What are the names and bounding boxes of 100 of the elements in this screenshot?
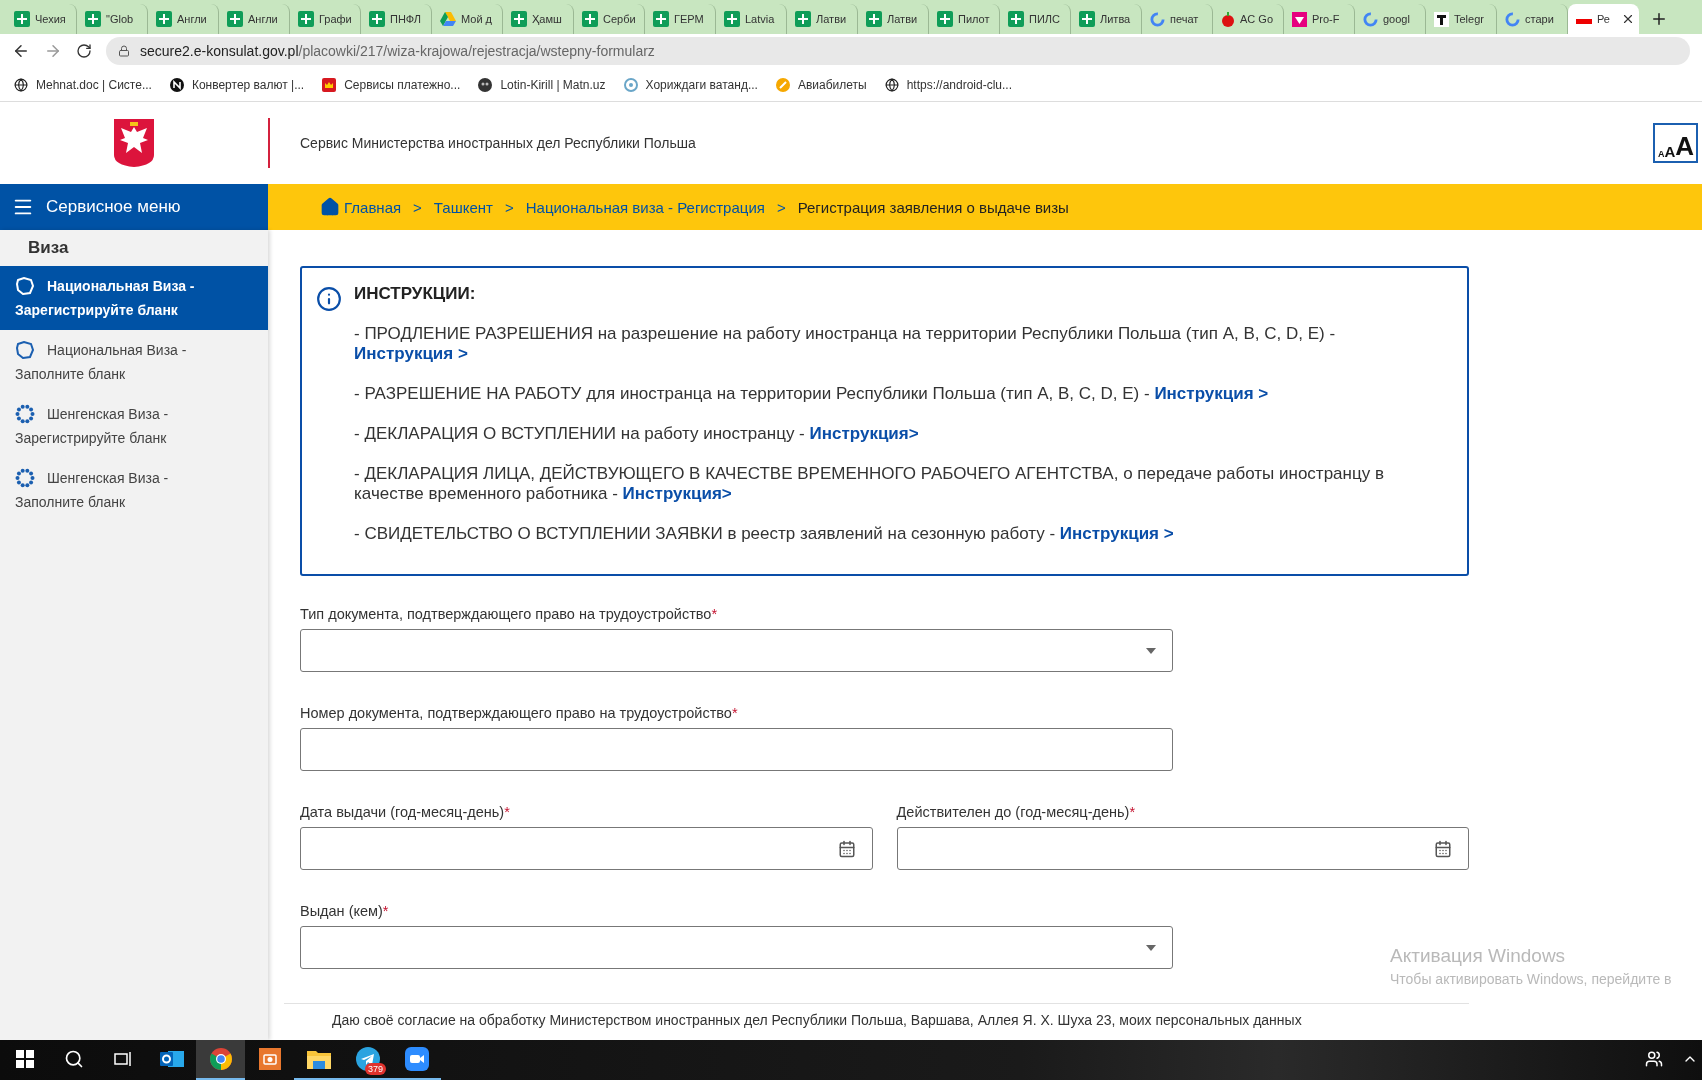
breadcrumb-separator: > — [413, 198, 422, 216]
folder-icon — [306, 1049, 331, 1069]
instruction-text: - РАЗРЕШЕНИЕ НА РАБОТУ для иностранца на территории Республики Польша (тип A, B, C, D, E) - Инструкция > — [354, 384, 1270, 404]
browser-tab[interactable]: Ре — [1568, 4, 1639, 34]
consent-text: Даю своё согласие на обработку Министерством иностранных дел Республики Польша, Варшава, Аллея Я. Х. Шуха 23, моих персональных данных — [332, 1012, 1303, 1028]
breadcrumb-link[interactable]: Главная — [344, 198, 402, 216]
star-ring-icon — [15, 404, 35, 424]
g-logo-icon — [1150, 11, 1165, 27]
browser-icon — [208, 1047, 233, 1071]
menu-item[interactable]: Шенгенская Виза - Зарегистрируйте бланк — [0, 394, 268, 458]
plus-icon — [1650, 10, 1668, 28]
spreadsheet-icon — [937, 11, 953, 27]
field-label: Выдан (кем)* — [300, 903, 390, 919]
spreadsheet-icon — [227, 11, 243, 27]
unread-badge: 379 — [364, 1063, 386, 1075]
address-bar[interactable]: secure2.e-konsulat.gov.pl/placowki/217/wiza-krajowa/rejestracja/wstepny-formularz — [106, 37, 1690, 65]
bookmark[interactable]: Lotin-Kirill | Matn.uz — [478, 77, 606, 92]
spreadsheet-icon — [156, 11, 172, 27]
camera-icon — [258, 1048, 281, 1070]
spreadsheet-icon — [724, 11, 740, 27]
video-camera-icon — [404, 1047, 429, 1071]
breadcrumb-separator: > — [504, 198, 514, 216]
bookmark[interactable]: Авиабилеты — [775, 77, 867, 92]
bookmark[interactable]: Хориждаги ватанд... — [623, 77, 758, 92]
menu-item[interactable]: Национальная Виза - Зарегистрируйте бланк — [0, 266, 268, 330]
spreadsheet-icon — [1008, 11, 1024, 27]
info-icon — [316, 286, 342, 312]
spreadsheet-icon — [85, 11, 101, 27]
dropdown-caret-icon — [1146, 647, 1156, 654]
task-view-icon — [112, 1050, 133, 1068]
instruction-text: - ДЕКЛАРАЦИЯ ЛИЦА, ДЕЙСТВУЮЩЕГО В КАЧЕСТВЕ ВРЕМЕННОГО РАБОЧЕГО АГЕНТСТВА, о передаче работы иностранцу в качестве временного работника - Инструкция> — [354, 464, 1385, 504]
lock-icon — [118, 45, 130, 57]
instruction-link[interactable]: Инструкция > — [354, 344, 468, 363]
bookmark[interactable]: https://android-clu... — [884, 77, 1012, 92]
field-label: Тип документа, подтверждающего право на трудоустройство* — [300, 606, 719, 622]
globe-icon — [14, 77, 28, 92]
breadcrumb-link[interactable]: Национальная виза - Регистрация — [525, 198, 765, 216]
spreadsheet-icon — [511, 11, 527, 27]
breadcrumb-link[interactable]: Ташкент — [433, 198, 493, 216]
breadcrumb-separator: > — [776, 198, 786, 216]
menu-item[interactable]: Национальная Виза - Заполните бланк — [0, 330, 268, 394]
site-title: Сервис Министерства иностранных дел Республики Польша — [300, 135, 697, 151]
bookmark[interactable]: Сервисы платежно... — [322, 77, 461, 92]
globe-icon — [884, 77, 899, 92]
apple-icon — [1221, 11, 1235, 27]
crown-icon — [322, 77, 337, 92]
star-ring-icon — [15, 468, 35, 488]
reload-icon[interactable] — [76, 43, 92, 59]
map-outline-icon — [15, 277, 35, 295]
instruction-link[interactable]: Инструкция > — [1154, 384, 1269, 403]
text-size-button[interactable]: AAA — [1652, 123, 1698, 163]
close-icon[interactable] — [1621, 12, 1635, 26]
dropdown-caret-icon — [1146, 944, 1156, 951]
service-menu-header[interactable]: Сервисное меню — [0, 184, 268, 230]
instruction-text: - ПРОДЛЕНИЕ РАЗРЕШЕНИЯ на разрешение на работу иностранца на территории Республики Польша (тип A, B, C, D, E) - Инструкция > — [354, 324, 1337, 364]
spreadsheet-icon — [795, 11, 811, 27]
spreadsheet-icon — [582, 11, 598, 27]
back-icon[interactable] — [12, 42, 30, 60]
activation-notice: Активация Windows Чтобы активировать Windows, перейдите в — [1390, 945, 1673, 987]
instruction-link[interactable]: Инструкция> — [622, 484, 732, 503]
people-icon — [1644, 1050, 1663, 1068]
field-label: Действителен до (год-месяц-день)* — [896, 804, 1137, 820]
home-icon[interactable] — [320, 197, 340, 217]
letter-tile-icon — [1434, 11, 1449, 27]
mail-app-icon — [159, 1048, 184, 1070]
bookmark[interactable]: Mehnat.doc | Систе... — [14, 77, 152, 92]
emblem-icon — [623, 77, 638, 92]
forward-icon[interactable] — [44, 42, 62, 60]
instruction-link[interactable]: Инструкция > — [1059, 524, 1174, 543]
logo-icon — [169, 77, 184, 92]
field-label: Дата выдачи (год-месяц-день)* — [300, 804, 511, 820]
date-field[interactable] — [896, 827, 1469, 870]
g-logo-icon — [1363, 11, 1378, 27]
instructions-title: ИНСТРУКЦИИ: — [354, 284, 477, 304]
calendar-icon[interactable] — [1434, 839, 1452, 858]
spreadsheet-icon — [369, 11, 385, 27]
taskbar-app[interactable] — [196, 1040, 245, 1080]
g-logo-icon — [1505, 11, 1520, 27]
field-label: Номер документа, подтверждающего право на трудоустройство* — [300, 705, 739, 721]
taskbar-app[interactable]: 379 — [343, 1040, 392, 1080]
spreadsheet-icon — [298, 11, 314, 27]
date-field[interactable] — [300, 827, 873, 870]
windows-logo-icon — [15, 1050, 34, 1068]
spreadsheet-icon — [866, 11, 882, 27]
menu-item[interactable]: Шенгенская Виза - Заполните бланк — [0, 458, 268, 522]
instruction-text: - ДЕКЛАРАЦИЯ О ВСТУПЛЕНИИ на работу иностранцу - Инструкция> — [354, 424, 920, 444]
select-field[interactable] — [300, 629, 1173, 672]
input-field[interactable] — [300, 728, 1173, 771]
instruction-text: - СВИДЕТЕЛЬСТВО О ВСТУПЛЕНИИ ЗАЯВКИ в реестр заявлений на сезонную работу - Инструкция > — [354, 524, 1175, 544]
map-outline-icon — [15, 341, 35, 359]
spreadsheet-icon — [653, 11, 669, 27]
instruction-link[interactable]: Инструкция> — [809, 424, 919, 443]
bookmark[interactable]: Конвертер валют |... — [169, 77, 305, 92]
menu-section-title: Виза — [27, 237, 70, 259]
select-field[interactable] — [300, 926, 1173, 969]
triangle-icon — [440, 12, 456, 26]
spreadsheet-icon — [14, 11, 30, 27]
spreadsheet-icon — [1079, 11, 1095, 27]
search-icon — [63, 1049, 84, 1069]
calendar-icon[interactable] — [837, 839, 856, 858]
